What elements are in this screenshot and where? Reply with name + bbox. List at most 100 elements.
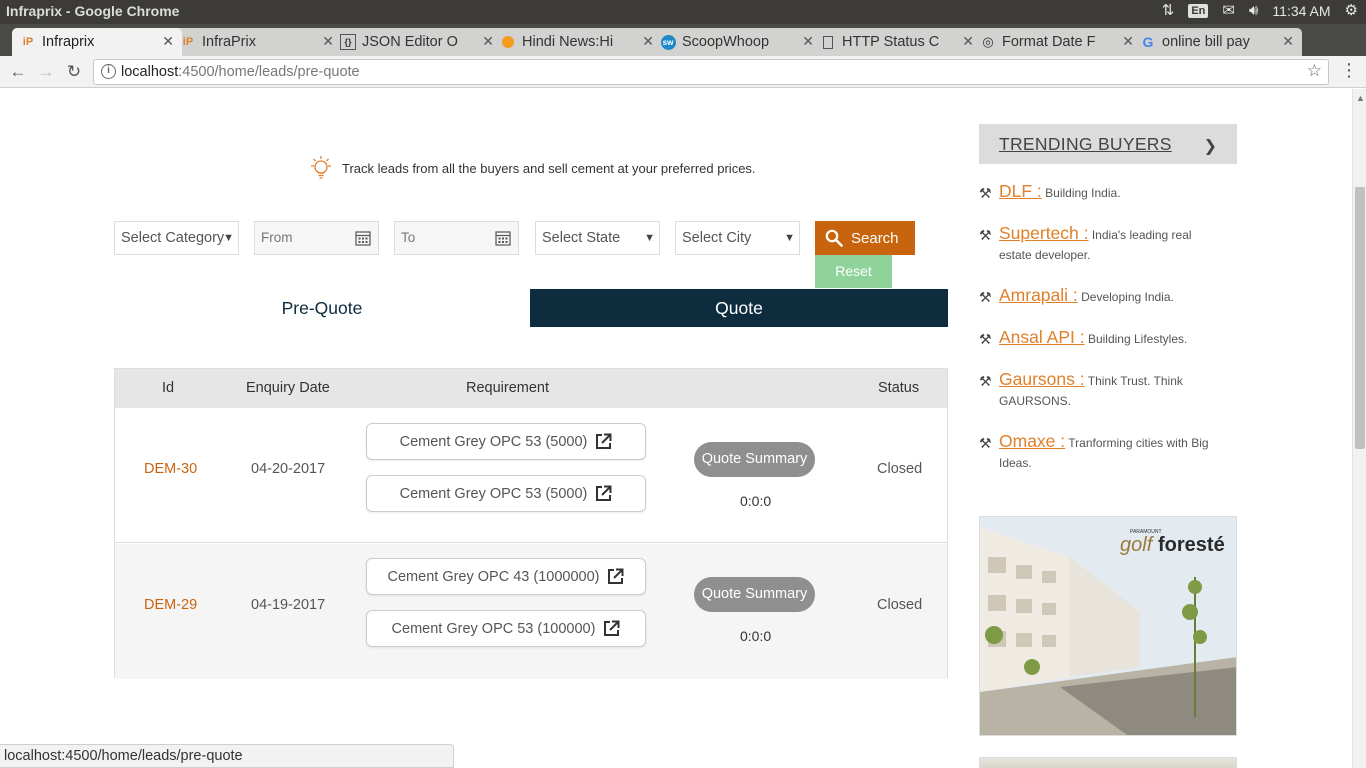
forward-arrow-icon[interactable]: → [35,61,57,83]
tab-quote[interactable]: Quote [530,289,948,327]
page-scrollbar[interactable]: ▲ [1352,89,1366,768]
browser-tab-hindi-news[interactable]: Hindi News:Hi ✕ [492,28,662,56]
buyer-link[interactable]: DLF : [999,181,1042,201]
enquiry-date: 04-19-2017 [251,597,326,613]
buyer-link[interactable]: Amrapali : [999,285,1078,305]
city-select[interactable]: Select City ▼ [675,221,800,255]
buyer-link[interactable]: Gaursons : [999,369,1085,389]
browser-tab-http-status[interactable]: HTTP Status C ✕ [812,28,982,56]
browser-tab-infraprix[interactable]: iP Infraprix ✕ [12,28,182,56]
chevron-right-icon[interactable]: ❯ [1204,136,1217,156]
mail-icon[interactable]: ✉ [1222,2,1235,20]
orange-dot-icon [500,34,516,50]
reset-button[interactable]: Reset [815,255,892,288]
close-icon[interactable]: ✕ [1282,33,1294,50]
ad-tagline: PARAMOUNT [1130,529,1162,535]
browser-tab-infraprix-2[interactable]: iP InfraPrix ✕ [172,28,342,56]
clock[interactable]: 11:34 AM [1272,3,1330,19]
requirement-button[interactable]: Cement Grey OPC 53 (100000) [366,610,646,647]
category-select[interactable]: Select Category ▼ [114,221,239,255]
buyer-link[interactable]: Omaxe : [999,431,1065,451]
from-date-input[interactable]: From [254,221,379,255]
requirement-button[interactable]: Cement Grey OPC 53 (5000) [366,475,646,512]
page-icon [820,34,836,50]
json-icon: {} [340,34,356,50]
system-tray: ⇅ En ✉ 🔊︎ 11:34 AM ⚙ [1162,2,1358,20]
info-icon[interactable]: i [101,64,116,79]
browser-tab-scoopwhoop[interactable]: sw ScoopWhoop ✕ [652,28,822,56]
category-select-value: Select Category [121,230,225,246]
browser-tab-json-editor[interactable]: {} JSON Editor O ✕ [332,28,502,56]
table-row: DEM-29 04-19-2017 Cement Grey OPC 43 (10… [115,544,947,679]
external-link-icon [608,568,624,584]
hammer-icon: ⚒ [979,435,992,451]
quote-summary-button[interactable]: Quote Summary [694,577,815,612]
scrollbar-thumb[interactable] [1355,187,1365,449]
browser-toolbar: ← → ↻ i localhost:4500/home/leads/pre-qu… [0,56,1366,88]
buyer-description: Building India. [1045,186,1121,200]
tab-pre-quote[interactable]: Pre-Quote [114,289,530,327]
volume-icon[interactable]: 🔊︎ [1249,2,1258,20]
advertisement-banner[interactable]: golf foresté PARAMOUNT [979,516,1237,736]
settings-gear-icon[interactable]: ⚙ [1345,2,1358,20]
table-row: DEM-30 04-20-2017 Cement Grey OPC 53 (50… [115,408,947,543]
buyer-description: Building Lifestyles. [1087,332,1188,346]
lead-id-link[interactable]: DEM-29 [144,597,197,613]
bookmark-star-icon[interactable]: ☆ [1307,61,1322,81]
enquiry-date: 04-20-2017 [251,461,326,477]
chevron-down-icon: ▼ [784,232,795,244]
quote-summary-button[interactable]: Quote Summary [694,442,815,477]
browser-tab-online-bill[interactable]: G online bill pay ✕ [1132,28,1302,56]
tab-label: Hindi News:Hi [522,34,614,50]
buyer-link[interactable]: Ansal API : [999,327,1085,347]
requirement-button[interactable]: Cement Grey OPC 43 (1000000) [366,558,646,595]
calendar-icon[interactable] [355,230,371,246]
lead-id-link[interactable]: DEM-30 [144,461,197,477]
chrome-menu-icon[interactable]: ⋮ [1340,60,1358,81]
column-header-id: Id [162,380,175,396]
search-button[interactable]: Search [815,221,915,255]
requirement-button[interactable]: Cement Grey OPC 53 (5000) [366,423,646,460]
sw-icon: sw [660,34,676,50]
keyboard-language-indicator[interactable]: En [1188,4,1209,18]
advertisement-image: golf foresté PARAMOUNT [980,517,1236,735]
tab-label: Format Date F [1002,34,1096,50]
buyer-link[interactable]: Supertech : [999,223,1089,243]
status-text: Closed [877,461,923,477]
url-host: localhost [121,64,179,80]
window-title: Infraprix - Google Chrome [6,3,180,19]
browser-tab-format-date[interactable]: ◎ Format Date F ✕ [972,28,1142,56]
globe-icon: ◎ [982,34,994,49]
external-link-icon [596,433,612,449]
reload-icon[interactable]: ↻ [63,61,85,83]
hammer-icon: ⚒ [979,185,992,201]
search-button-label: Search [851,229,899,247]
tab-label: JSON Editor O [362,34,458,50]
trending-buyers-header[interactable]: TRENDING BUYERS ❯ [979,124,1237,164]
os-top-bar: Infraprix - Google Chrome ⇅ En ✉ 🔊︎ 11:3… [0,0,1366,24]
close-icon[interactable]: ✕ [162,33,174,50]
search-icon [825,229,843,247]
calendar-icon[interactable] [495,230,511,246]
trending-buyers-title: TRENDING BUYERS [999,134,1172,154]
state-select[interactable]: Select State ▼ [535,221,660,255]
tab-label: ScoopWhoop [682,34,770,50]
browser-tab-strip: iP Infraprix ✕ iP InfraPrix ✕ {} JSON Ed… [0,24,1366,72]
url-text: localhost:4500/home/leads/pre-quote [121,64,360,80]
advertisement-banner-2[interactable] [979,757,1237,768]
to-date-input[interactable]: To [394,221,519,255]
state-select-value: Select State [542,230,621,246]
hint-text: Track leads from all the buyers and sell… [342,160,756,176]
external-link-icon [604,620,620,636]
column-header-requirement: Requirement [466,380,550,396]
scroll-up-arrow-icon[interactable]: ▲ [1356,93,1365,103]
network-arrows-icon[interactable]: ⇅ [1162,2,1175,20]
requirement-label: Cement Grey OPC 53 (5000) [399,433,588,450]
chevron-down-icon: ▼ [223,232,234,244]
back-arrow-icon[interactable]: ← [7,61,29,83]
requirement-label: Cement Grey OPC 53 (100000) [391,620,596,637]
hammer-icon: ⚒ [979,331,992,347]
address-bar[interactable]: i localhost:4500/home/leads/pre-quote ☆ [93,59,1329,85]
to-date-placeholder: To [401,230,416,245]
lightbulb-icon [311,156,331,179]
